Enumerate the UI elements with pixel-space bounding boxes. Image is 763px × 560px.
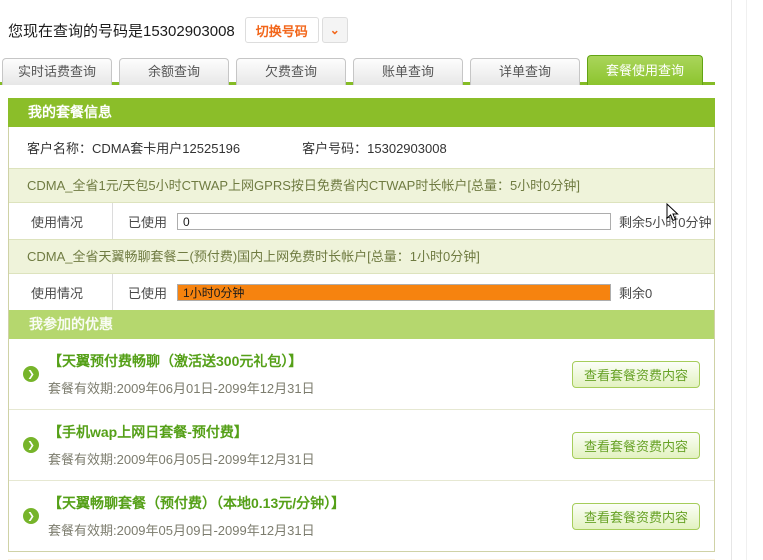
chevron-right-icon: ❯ bbox=[23, 366, 39, 382]
tab-package-usage[interactable]: 套餐使用查询 bbox=[587, 55, 703, 85]
tab-balance[interactable]: 余额查询 bbox=[119, 58, 229, 85]
promotion-item: ❯ 【天翼畅聊套餐（预付费）（本地0.13元/分钟）】 套餐有效期:2009年0… bbox=[9, 481, 714, 551]
page-seam-line bbox=[746, 0, 747, 560]
section-title-my-packages: 我的套餐信息 bbox=[8, 98, 715, 127]
current-number-text: 您现在查询的号码是15302903008 bbox=[8, 20, 235, 41]
used-label: 已使用 bbox=[128, 283, 167, 302]
promotion-item: ❯ 【手机wap上网日套餐-预付费】 套餐有效期:2009年06月05日-209… bbox=[9, 410, 714, 481]
customer-name-value: CDMA套卡用户12525196 bbox=[92, 138, 240, 157]
customer-name-label: 客户名称： bbox=[27, 138, 92, 157]
mouse-cursor bbox=[666, 203, 679, 227]
usage-progress-bar: 1小时0分钟 bbox=[177, 284, 611, 301]
package-name-row: CDMA_全省1元/天包5小时CTWAP上网GPRS按日免费省内CTWAP时长帐… bbox=[9, 168, 714, 203]
view-package-fee-button[interactable]: 查看套餐资费内容 bbox=[572, 432, 700, 459]
tab-realtime-fee[interactable]: 实时话费查询 bbox=[2, 58, 112, 85]
query-header: 您现在查询的号码是15302903008 切换号码 ⌄ bbox=[0, 0, 763, 46]
page-seam-line bbox=[731, 0, 732, 560]
used-label: 已使用 bbox=[128, 212, 167, 231]
promotion-title: 【天翼畅聊套餐（预付费）（本地0.13元/分钟）】 bbox=[48, 493, 572, 513]
package-info-panel: 客户名称：CDMA套卡用户12525196 客户号码：15302903008 C… bbox=[8, 127, 715, 552]
promotion-validity: 套餐有效期:2009年06月05日-2099年12月31日 bbox=[48, 449, 572, 468]
package-usage-row: 使用情况 已使用 0 剩余5小时0分钟 bbox=[9, 203, 714, 239]
tab-arrears[interactable]: 欠费查询 bbox=[236, 58, 346, 85]
usage-progress-text: 0 bbox=[183, 214, 190, 230]
usage-progress-bar: 0 bbox=[177, 213, 611, 230]
usage-status-label: 使用情况 bbox=[9, 203, 113, 239]
tab-detail-bill[interactable]: 详单查询 bbox=[470, 58, 580, 85]
view-package-fee-button[interactable]: 查看套餐资费内容 bbox=[572, 361, 700, 388]
view-package-fee-button[interactable]: 查看套餐资费内容 bbox=[572, 503, 700, 530]
promotion-validity: 套餐有效期:2009年06月01日-2099年12月31日 bbox=[48, 378, 572, 397]
chevron-right-icon: ❯ bbox=[23, 437, 39, 453]
chevron-down-icon[interactable]: ⌄ bbox=[322, 17, 348, 43]
switch-number-button[interactable]: 切换号码 bbox=[245, 17, 319, 43]
customer-number-value: 15302903008 bbox=[367, 141, 447, 156]
promotion-validity: 套餐有效期:2009年05月09日-2099年12月31日 bbox=[48, 520, 572, 539]
section-title-my-promotions: 我参加的优惠 bbox=[9, 310, 714, 339]
tab-bill[interactable]: 账单查询 bbox=[353, 58, 463, 85]
customer-number-label: 客户号码： bbox=[302, 141, 367, 156]
usage-status-label: 使用情况 bbox=[9, 274, 113, 310]
promotion-title: 【天翼预付费畅聊（激活送300元礼包）】 bbox=[48, 351, 572, 371]
package-name-row: CDMA_全省天翼畅聊套餐二(预付费)国内上网免费时长帐户[总量：1小时0分钟] bbox=[9, 239, 714, 274]
remaining-text: 剩余0 bbox=[619, 283, 652, 302]
customer-info-row: 客户名称：CDMA套卡用户12525196 客户号码：15302903008 bbox=[9, 127, 714, 168]
package-usage-row: 使用情况 已使用 1小时0分钟 剩余0 bbox=[9, 274, 714, 310]
query-tab-bar: 实时话费查询 余额查询 欠费查询 账单查询 详单查询 套餐使用查询 bbox=[0, 55, 715, 85]
usage-progress-text: 1小时0分钟 bbox=[183, 285, 244, 301]
promotion-title: 【手机wap上网日套餐-预付费】 bbox=[48, 422, 572, 442]
chevron-right-icon: ❯ bbox=[23, 508, 39, 524]
promotion-item: ❯ 【天翼预付费畅聊（激活送300元礼包）】 套餐有效期:2009年06月01日… bbox=[9, 339, 714, 410]
